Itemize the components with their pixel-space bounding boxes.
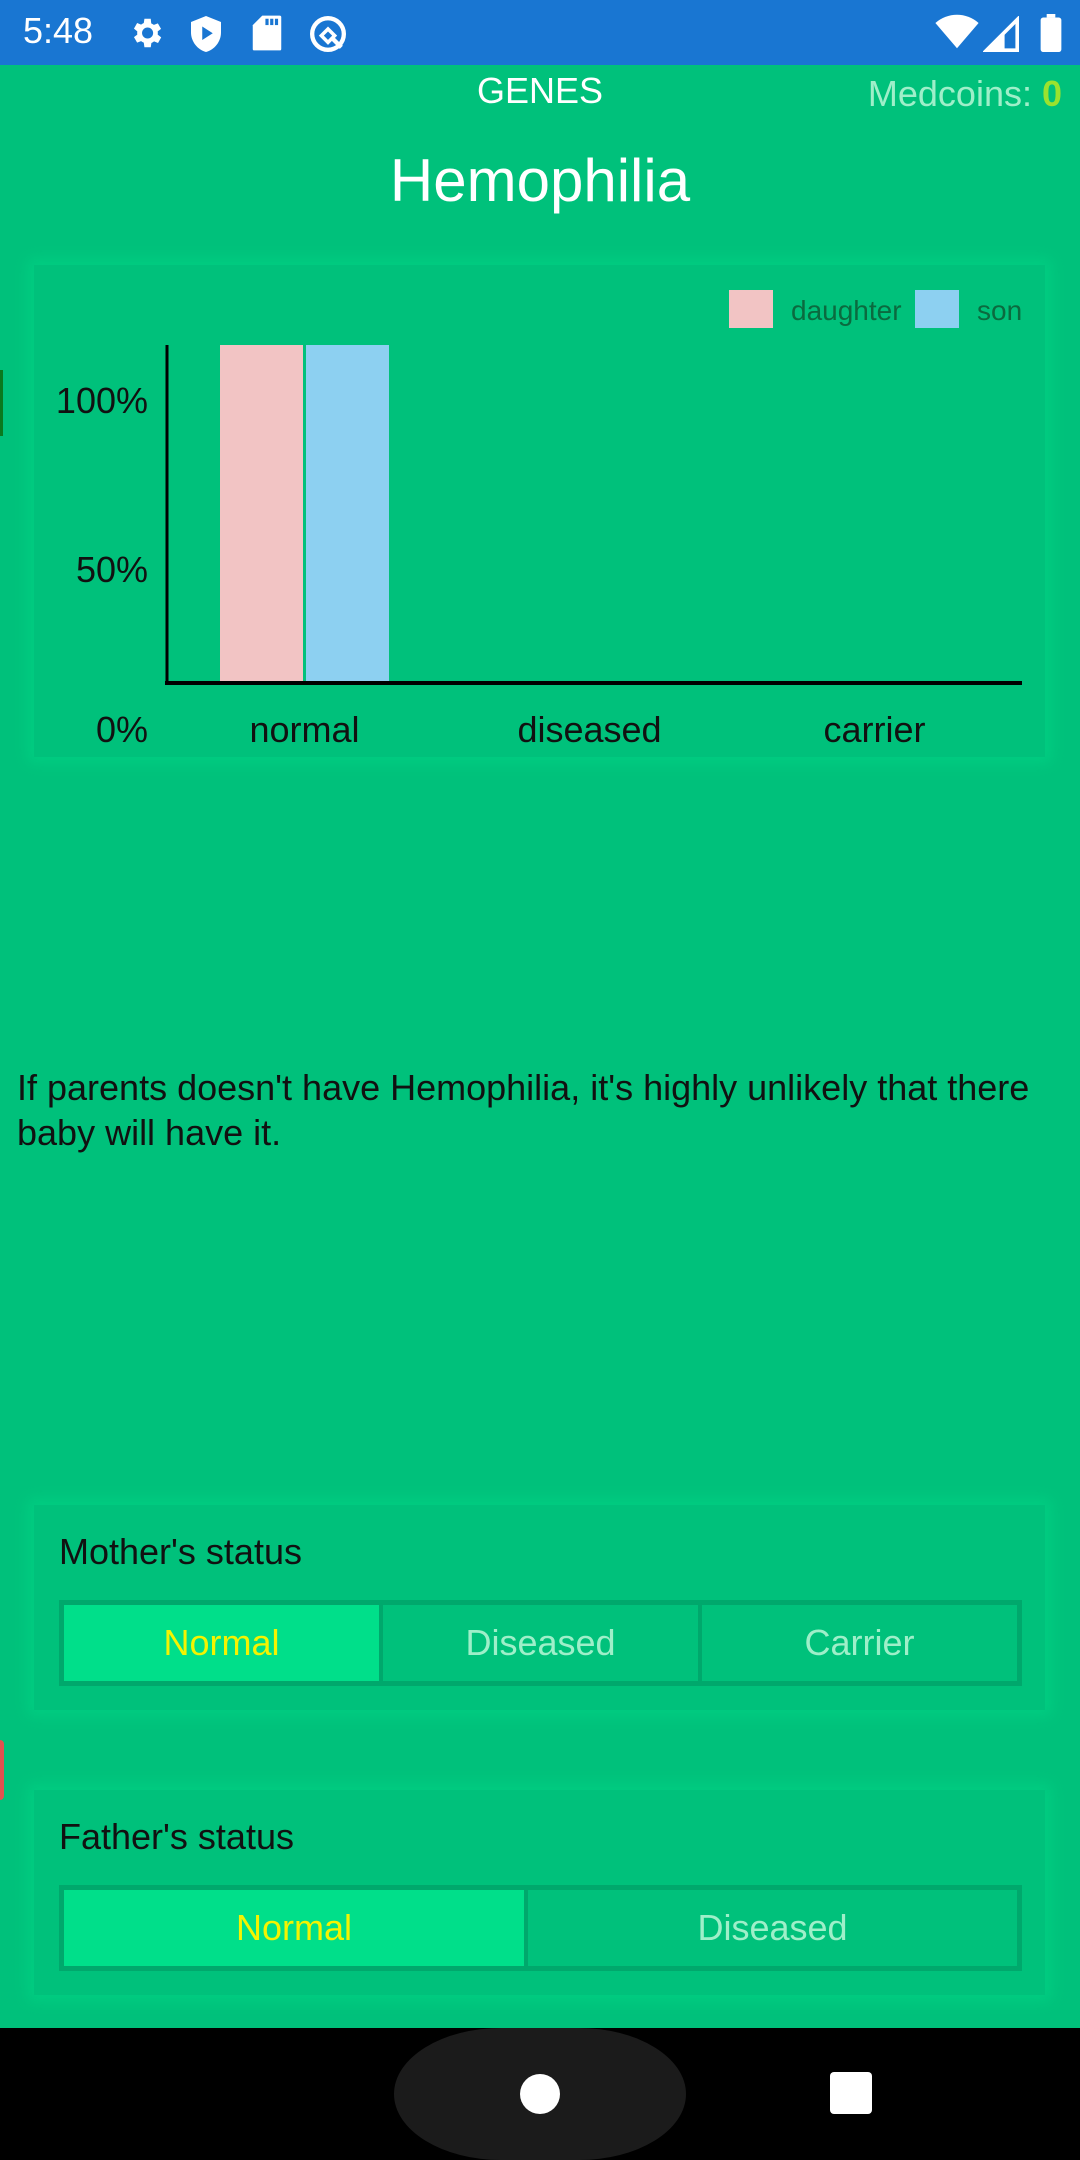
page-title: Hemophilia bbox=[389, 147, 691, 214]
father-status-selector: Normal Diseased bbox=[59, 1885, 1022, 1971]
chart-card: daughter son 0% 50% 100% normal diseased carr… bbox=[34, 265, 1045, 757]
medcoins-counter: Medcoins: 0 bbox=[868, 73, 1062, 115]
medcoins-value: 0 bbox=[1041, 73, 1062, 114]
y-tick-label: 0% bbox=[96, 709, 148, 750]
x-axis-ticks: normal diseased carrier bbox=[249, 709, 925, 750]
probability-bar-chart: daughter son 0% 50% 100% normal diseased carr… bbox=[56, 290, 1022, 750]
y-tick-label: 100% bbox=[56, 380, 148, 421]
x-tick-label: carrier bbox=[823, 709, 925, 750]
result-description: If parents doesn't have Hemophilia, it's… bbox=[17, 1067, 1030, 1153]
father-status-label: Father's status bbox=[59, 1816, 294, 1857]
bar-son-normal bbox=[306, 345, 389, 683]
settings-gear-icon bbox=[133, 18, 162, 48]
cellular-signal-icon bbox=[983, 16, 1019, 52]
y-axis-ticks: 0% 50% 100% bbox=[56, 380, 148, 750]
legend-label-son: son bbox=[977, 295, 1022, 326]
chart-bars bbox=[220, 345, 389, 683]
sd-card-icon bbox=[252, 15, 282, 51]
father-status-card: Father's status Normal Diseased bbox=[34, 1790, 1045, 1995]
status-bar: 5:48 bbox=[0, 0, 1080, 65]
play-protect-shield-icon bbox=[191, 16, 221, 52]
home-button-icon[interactable] bbox=[520, 2074, 560, 2114]
mother-option-carrier[interactable]: Carrier bbox=[702, 1605, 1017, 1681]
legend-label-daughter: daughter bbox=[791, 295, 902, 326]
mother-status-selector: Normal Diseased Carrier bbox=[59, 1600, 1022, 1686]
x-tick-label: diseased bbox=[517, 709, 661, 750]
wifi-icon bbox=[935, 14, 979, 49]
father-option-diseased[interactable]: Diseased bbox=[528, 1890, 1017, 1966]
edge-indicator bbox=[0, 370, 3, 436]
android-q-icon bbox=[310, 16, 346, 52]
father-option-normal[interactable]: Normal bbox=[64, 1890, 524, 1966]
battery-icon bbox=[1040, 14, 1062, 52]
y-tick-label: 50% bbox=[76, 549, 148, 590]
mother-status-card: Mother's status Normal Diseased Carrier bbox=[34, 1505, 1045, 1710]
medcoins-label: Medcoins: bbox=[867, 73, 1042, 114]
chart-legend: daughter son bbox=[729, 290, 1022, 328]
status-time: 5:48 bbox=[23, 10, 94, 51]
legend-swatch-son bbox=[915, 290, 959, 328]
mother-option-diseased[interactable]: Diseased bbox=[383, 1605, 698, 1681]
x-tick-label: normal bbox=[249, 709, 359, 750]
legend-swatch-daughter bbox=[729, 290, 773, 328]
edge-indicator-red bbox=[0, 1740, 4, 1800]
recents-button-icon[interactable] bbox=[830, 2072, 872, 2114]
bar-daughter-normal bbox=[220, 345, 303, 683]
mother-option-normal[interactable]: Normal bbox=[64, 1605, 379, 1681]
mother-status-label: Mother's status bbox=[59, 1531, 302, 1572]
